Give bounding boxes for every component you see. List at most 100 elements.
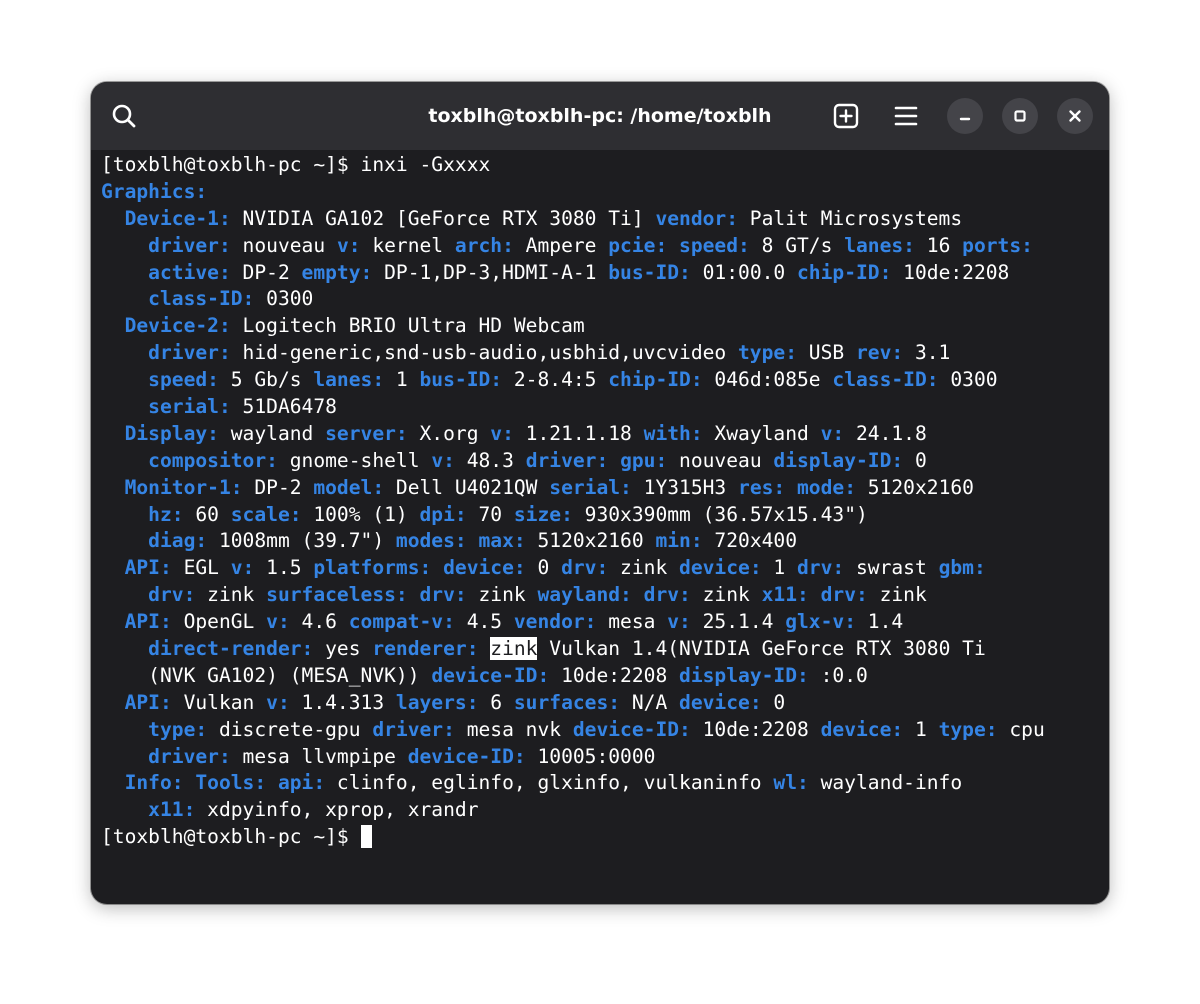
output-key: direct-render: — [101, 637, 314, 661]
close-button[interactable] — [1057, 98, 1093, 134]
output-key: Device-2: — [101, 314, 231, 338]
output-value — [266, 771, 278, 794]
output-value: mesa nvk — [454, 717, 573, 741]
search-icon[interactable] — [106, 98, 142, 134]
output-value: 6 — [478, 690, 514, 714]
output-key: size: — [513, 502, 573, 526]
output-value: Ampere — [513, 233, 609, 257]
output-key: vendor: — [655, 206, 739, 230]
output-value: 8 GT/s — [749, 233, 845, 257]
terminal-line: serial: 51DA6478 — [101, 394, 1101, 421]
output-value: 16 — [914, 233, 963, 257]
terminal-line: speed: 5 Gb/s lanes: 1 bus-ID: 2-8.4:5 c… — [101, 367, 1101, 394]
output-value: 5120x2160 — [856, 475, 974, 499]
output-value: gnome-shell — [277, 448, 432, 472]
headerbar: toxblh@toxblh-pc: /home/toxblh — [91, 82, 1109, 150]
output-key: res: — [738, 475, 786, 499]
output-value: N/A — [620, 690, 680, 714]
output-value: DP-2 — [230, 260, 302, 284]
terminal-line: driver: mesa llvmpipe device-ID: 10005:0… — [101, 744, 1101, 771]
output-value: 24.1.8 — [844, 421, 927, 445]
output-key: v: — [230, 556, 255, 580]
output-value: 1.4 — [856, 610, 904, 634]
output-key: device-ID: — [431, 663, 550, 687]
output-value: 10de:2208 — [690, 717, 821, 741]
output-value: 70 — [466, 502, 514, 526]
output-key: v: — [820, 421, 845, 445]
output-value: clinfo, eglinfo, glxinfo, vulkaninfo — [325, 771, 774, 795]
output-value: X.org — [407, 421, 491, 445]
output-key: compat-v: — [348, 610, 455, 634]
output-value: 10005:0000 — [525, 744, 656, 768]
terminal-line: Display: wayland server: X.org v: 1.21.1… — [101, 421, 1101, 448]
output-key: Info: — [101, 771, 184, 795]
output-value: cpu — [997, 717, 1045, 741]
output-key: lanes: — [313, 368, 385, 392]
output-key: driver: — [372, 717, 455, 741]
output-value — [431, 556, 443, 579]
output-value: 1Y315H3 — [631, 475, 739, 499]
terminal-line: class-ID: 0300 — [101, 286, 1101, 313]
output-key: device: — [820, 717, 904, 741]
output-value: 5120x2160 — [525, 529, 656, 553]
output-key: v: — [336, 233, 361, 257]
new-tab-icon[interactable] — [828, 98, 864, 134]
output-value: OpenGL — [171, 610, 267, 634]
output-key: vendor: — [513, 610, 597, 634]
output-key: max: — [478, 529, 526, 553]
output-value — [667, 234, 679, 257]
output-key: API: — [101, 610, 172, 634]
terminal-output[interactable]: [toxblh@toxblh-pc ~]$ inxi -Gxxxx Graphic… — [101, 152, 1101, 894]
terminal-line: Info: Tools: api: clinfo, eglinfo, glxin… — [101, 770, 1101, 797]
output-key: driver: — [101, 233, 231, 257]
output-key: speed: — [101, 368, 219, 392]
output-key: v: — [431, 448, 455, 472]
output-key: v: — [667, 610, 691, 634]
output-value: 4.5 — [454, 610, 514, 634]
terminal-line: active: DP-2 empty: DP-1,DP-3,HDMI-A-1 b… — [101, 260, 1101, 287]
terminal-line: [toxblh@toxblh-pc ~]$ — [101, 824, 1101, 851]
output-value — [608, 449, 620, 472]
output-key: glx-v: — [785, 610, 856, 634]
output-key: lanes: — [844, 233, 915, 257]
output-value: 60 — [183, 502, 231, 526]
output-key: arch: — [454, 233, 514, 257]
terminal-line: compositor: gnome-shell v: 48.3 driver: … — [101, 448, 1101, 475]
output-key: server: — [325, 421, 408, 445]
output-value: Logitech BRIO Ultra HD Webcam — [230, 314, 585, 338]
output-key: layers: — [395, 690, 479, 714]
output-key: mode: — [797, 475, 856, 499]
output-key: chip-ID: — [797, 260, 892, 284]
minimize-button[interactable] — [947, 98, 983, 134]
output-value: 5 Gb/s — [218, 368, 314, 392]
output-value — [408, 583, 420, 606]
output-value: 1.4.313 — [289, 690, 396, 714]
output-value: DP-2 — [242, 475, 314, 499]
terminal-line: [toxblh@toxblh-pc ~]$ inxi -Gxxxx — [101, 152, 1101, 179]
terminal-line: API: Vulkan v: 1.4.313 layers: 6 surface… — [101, 690, 1101, 717]
output-value: 0 — [525, 556, 562, 580]
terminal-line: (NVK GA102) (MESA_NVK)) device-ID: 10de:… — [101, 663, 1101, 690]
terminal-line: x11: xdpyinfo, xprop, xrandr — [101, 797, 1101, 824]
terminal-line: API: EGL v: 1.5 platforms: device: 0 drv… — [101, 555, 1101, 582]
output-key: API: — [101, 556, 172, 580]
output-value: zink — [195, 583, 267, 607]
output-value: [toxblh@toxblh-pc ~]$ — [101, 825, 361, 849]
output-key: pcie: — [608, 233, 668, 257]
maximize-button[interactable] — [1002, 98, 1038, 134]
output-value: 3.1 — [903, 341, 951, 365]
output-key: class-ID: — [832, 368, 939, 392]
output-value: zink — [608, 556, 680, 580]
output-key: device-ID: — [572, 717, 691, 741]
output-value: Palit Microsystems — [738, 206, 963, 230]
output-key: device: — [679, 690, 762, 714]
minimize-icon — [959, 117, 971, 121]
terminal-line: type: discrete-gpu driver: mesa nvk devi… — [101, 717, 1101, 744]
output-key: gbm: — [938, 556, 986, 580]
output-key: driver: — [101, 744, 231, 768]
output-key: v: — [266, 610, 290, 634]
output-value: 1 — [761, 556, 798, 580]
output-key: drv: — [643, 583, 691, 607]
hamburger-menu-icon[interactable] — [888, 98, 924, 134]
terminal-line: drv: zink surfaceless: drv: zink wayland… — [101, 582, 1101, 609]
